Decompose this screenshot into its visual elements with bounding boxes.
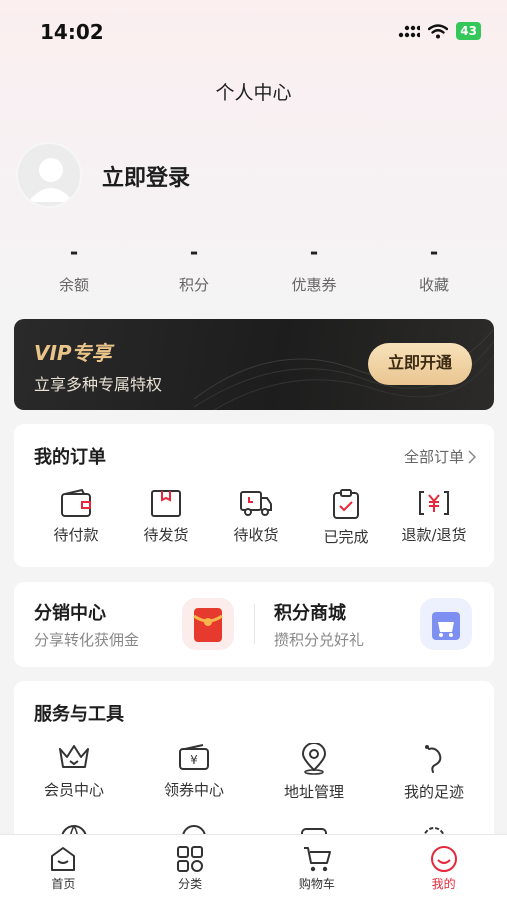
home-icon <box>51 847 76 871</box>
order-refund[interactable]: 退款/退货 <box>374 488 494 547</box>
red-envelope-icon <box>193 608 223 642</box>
svg-text:¥: ¥ <box>190 753 198 767</box>
stat-value: - <box>309 240 319 264</box>
tab-label: 首页 <box>51 877 76 891</box>
package-icon <box>151 490 181 517</box>
signal-icon <box>399 25 421 38</box>
distribution-center[interactable]: 分销中心 分享转化获佣金 <box>34 599 139 650</box>
category-icon <box>177 846 204 872</box>
stat-points[interactable]: - 积分 <box>134 240 254 295</box>
clipboard-check-icon <box>333 489 359 519</box>
stat-label: 收藏 <box>418 276 449 294</box>
points-mall-title: 积分商城 <box>274 603 346 624</box>
stat-value: - <box>429 240 439 264</box>
status-time: 14:02 <box>40 20 104 44</box>
stat-label: 余额 <box>58 276 89 294</box>
stat-label: 积分 <box>178 276 209 294</box>
points-mall-image <box>420 598 472 650</box>
crown-icon <box>59 745 89 768</box>
tab-bar: 首页 分类 购物车 我的 <box>0 834 507 900</box>
tab-label: 我的 <box>431 877 456 891</box>
all-orders-label: 全部订单 <box>403 448 464 466</box>
promo-divider <box>254 604 255 644</box>
stat-value: - <box>189 240 199 264</box>
location-icon <box>301 743 327 775</box>
orders-card: 我的订单 全部订单 待付款 待发货 待收货 已完成 退款/退货 <box>14 424 494 567</box>
order-pending-receipt[interactable]: 待收货 <box>194 488 318 547</box>
vip-subtitle: 立享多种专属特权 <box>34 375 163 394</box>
wifi-icon <box>428 23 449 38</box>
service-label: 会员中心 <box>43 781 104 799</box>
stat-favorites[interactable]: - 收藏 <box>374 240 494 295</box>
order-status-label: 已完成 <box>323 528 369 546</box>
service-coupon-center[interactable]: ¥ 领券中心 <box>134 743 254 802</box>
order-completed[interactable]: 已完成 <box>318 488 374 547</box>
all-orders-link[interactable]: 全部订单 <box>404 446 476 467</box>
service-footprint[interactable]: 我的足迹 <box>374 743 494 802</box>
tab-category[interactable]: 分类 <box>127 835 254 900</box>
account-stats: - 余额 - 积分 - 优惠券 - 收藏 <box>14 240 494 295</box>
page-title: 个人中心 <box>215 82 292 104</box>
tab-home[interactable]: 首页 <box>0 835 127 900</box>
service-address-management[interactable]: 地址管理 <box>254 743 374 802</box>
order-status-label: 待付款 <box>53 526 99 544</box>
wallet-icon <box>61 488 91 517</box>
order-pending-shipment[interactable]: 待发货 <box>138 488 194 547</box>
gift-box-icon <box>432 612 460 640</box>
service-label: 领券中心 <box>163 781 224 799</box>
tab-label: 分类 <box>178 877 203 891</box>
distribution-title: 分销中心 <box>34 603 106 624</box>
order-pending-payment[interactable]: 待付款 <box>14 488 138 547</box>
points-mall[interactable]: 积分商城 攒积分兑好礼 <box>274 599 364 650</box>
service-member-center[interactable]: 会员中心 <box>14 743 134 802</box>
status-icons: 43 <box>398 22 481 40</box>
service-label: 我的足迹 <box>403 783 464 801</box>
order-status-grid: 待付款 待发货 待收货 已完成 退款/退货 <box>14 488 494 547</box>
order-status-label: 待发货 <box>143 526 189 544</box>
points-mall-subtitle: 攒积分兑好礼 <box>274 631 365 649</box>
footprint-icon <box>425 745 442 773</box>
stat-coupons[interactable]: - 优惠券 <box>254 240 374 295</box>
tab-cart[interactable]: 购物车 <box>254 835 381 900</box>
promo-card: 分销中心 分享转化获佣金 积分商城 攒积分兑好礼 <box>14 582 494 667</box>
cart-icon <box>303 847 331 872</box>
services-title: 服务与工具 <box>34 704 124 725</box>
truck-icon <box>240 491 272 516</box>
stat-balance[interactable]: - 余额 <box>14 240 134 295</box>
stat-label: 优惠券 <box>291 276 337 294</box>
tab-profile[interactable]: 我的 <box>380 835 507 900</box>
vip-activate-button[interactable]: 立即开通 <box>368 343 472 385</box>
coupon-icon: ¥ <box>179 744 209 770</box>
chevron-right-icon <box>468 449 476 464</box>
refund-icon <box>419 491 449 515</box>
profile-icon <box>430 846 457 872</box>
vip-banner[interactable]: VIP专享 立享多种专属特权 立即开通 <box>14 319 494 410</box>
order-status-label: 退款/退货 <box>401 526 467 544</box>
orders-title: 我的订单 <box>34 447 106 468</box>
distribution-subtitle: 分享转化获佣金 <box>34 631 140 649</box>
services-grid: 会员中心 ¥ 领券中心 地址管理 我的足迹 <box>14 743 494 802</box>
vip-badge: VIP专享 <box>34 341 112 365</box>
distribution-image <box>182 598 234 650</box>
service-label: 地址管理 <box>283 783 344 801</box>
battery-icon: 43 <box>456 22 481 40</box>
tab-label: 购物车 <box>298 877 335 891</box>
login-link[interactable]: 立即登录 <box>102 160 190 192</box>
stat-value: - <box>69 240 79 264</box>
avatar[interactable] <box>16 142 82 208</box>
order-status-label: 待收货 <box>233 526 279 544</box>
